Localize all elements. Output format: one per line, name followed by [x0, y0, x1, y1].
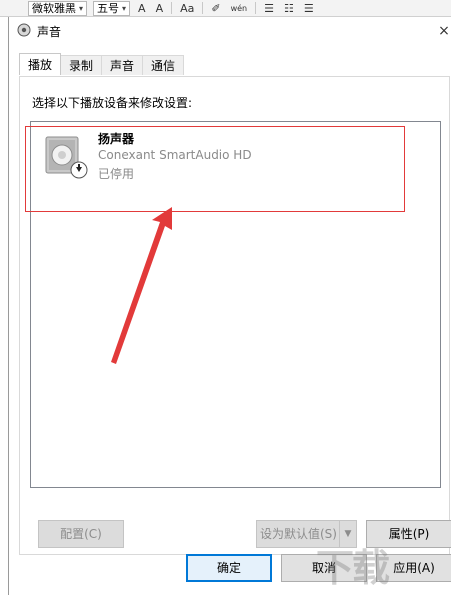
dialog-title: 声音	[37, 25, 62, 39]
tab-label: 声音	[110, 59, 135, 73]
tab-label: 录制	[69, 59, 94, 73]
font-size-value: 五号	[97, 2, 120, 15]
editor-toolbar: 微软雅黑 ▾ 五号 ▾ A A Aa ✐ wén ☰ ☷ ☰	[0, 0, 451, 17]
button-label: 设为默认值(S)	[260, 527, 337, 541]
phonetic-guide-button[interactable]: wén	[229, 4, 250, 13]
set-default-button[interactable]: 设为默认值(S) ▼	[256, 520, 357, 548]
instructions-label: 选择以下播放设备来修改设置:	[32, 96, 193, 110]
device-list[interactable]: 扬声器 Conexant SmartAudio HD 已停用	[30, 121, 441, 488]
shrink-font-button[interactable]: A	[154, 2, 166, 15]
button-label: 确定	[216, 561, 241, 575]
device-name: 扬声器	[98, 132, 135, 146]
chevron-down-icon[interactable]: ▼	[339, 521, 356, 547]
device-status: 已停用	[98, 167, 135, 181]
change-case-button[interactable]: Aa	[178, 2, 196, 15]
apply-button[interactable]: 应用(A)	[376, 554, 451, 582]
button-label: 应用(A)	[393, 561, 435, 575]
close-button[interactable]: ×	[437, 17, 451, 45]
tab-communications[interactable]: 通信	[142, 55, 185, 75]
font-size-select[interactable]: 五号 ▾	[93, 0, 131, 16]
playback-panel: 选择以下播放设备来修改设置: 扬声器 Conexant SmartAudio H…	[19, 76, 451, 555]
tab-recording[interactable]: 录制	[60, 55, 103, 75]
speaker-device-icon	[45, 136, 88, 179]
chevron-down-icon: ▾	[122, 3, 127, 13]
font-name-value: 微软雅黑	[32, 2, 76, 15]
tab-label: 通信	[151, 59, 176, 73]
toolbar-divider	[202, 2, 204, 14]
cancel-button[interactable]: 取消	[281, 554, 367, 582]
sound-dialog: 声音 × 播放 录制 声音 通信 选择以下播放设备来修改设置: 扬声器 Cone…	[8, 17, 451, 595]
list-item[interactable]: 扬声器 Conexant SmartAudio HD 已停用	[31, 122, 440, 192]
button-label: 配置(C)	[60, 527, 102, 541]
speaker-icon	[17, 23, 31, 37]
ok-button[interactable]: 确定	[186, 554, 272, 582]
tab-sounds[interactable]: 声音	[101, 55, 144, 75]
toolbar-divider	[171, 2, 173, 14]
properties-button[interactable]: 属性(P)	[366, 520, 451, 548]
font-name-select[interactable]: 微软雅黑 ▾	[28, 0, 88, 16]
close-icon: ×	[438, 23, 450, 39]
numbered-list-icon[interactable]: ☷	[282, 2, 296, 15]
bullet-list-icon[interactable]: ☰	[262, 2, 276, 15]
grow-font-button[interactable]: A	[136, 2, 148, 15]
chevron-down-icon: ▾	[79, 3, 84, 13]
toolbar-divider	[255, 2, 257, 14]
tab-playback[interactable]: 播放	[19, 53, 62, 75]
tab-label: 播放	[28, 58, 53, 72]
title-bar: 声音 ×	[9, 17, 451, 45]
device-description: Conexant SmartAudio HD	[98, 148, 252, 162]
button-label: 取消	[311, 561, 336, 575]
button-label: 属性(P)	[388, 527, 430, 541]
multilevel-list-icon[interactable]: ☰	[302, 2, 316, 15]
tab-strip: 播放 录制 声音 通信	[19, 53, 185, 76]
clear-format-icon[interactable]: ✐	[209, 2, 222, 15]
configure-button[interactable]: 配置(C)	[38, 520, 124, 548]
